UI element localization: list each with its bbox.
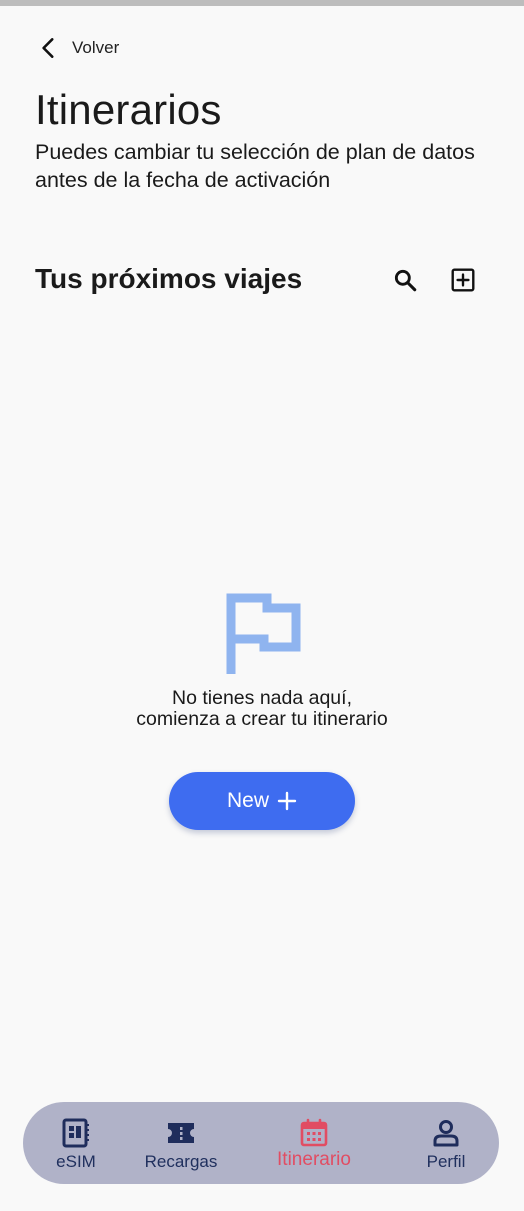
nav-item-itinerario[interactable]: Itinerario	[266, 1102, 362, 1184]
chevron-left-icon	[42, 38, 54, 58]
search-icon	[394, 269, 417, 292]
nav-label-perfil: Perfil	[426, 1152, 466, 1171]
status-bar-edge	[0, 0, 524, 6]
add-trip-button[interactable]	[448, 265, 478, 295]
calendar-icon	[300, 1118, 328, 1147]
flag-icon	[226, 593, 301, 674]
empty-state-message: No tienes nada aquí, comienza a crear tu…	[0, 688, 524, 730]
new-button-label: New	[226, 789, 269, 812]
nav-label-itinerario: Itinerario	[277, 1149, 351, 1170]
person-icon	[433, 1120, 459, 1147]
nav-item-recargas[interactable]: Recargas	[136, 1102, 226, 1184]
empty-state-line-1: No tienes nada aquí,	[172, 687, 352, 709]
page-title: Itinerarios	[35, 86, 222, 133]
back-button[interactable]: Volver	[36, 32, 119, 64]
section-title: Tus próximos viajes	[35, 263, 303, 294]
nav-item-perfil[interactable]: Perfil	[419, 1102, 473, 1184]
page-subtitle: Puedes cambiar tu selección de plan de d…	[35, 140, 475, 192]
add-box-icon	[451, 268, 475, 292]
new-itinerary-button[interactable]: New	[169, 772, 355, 830]
esim-icon	[62, 1118, 89, 1148]
back-label: Volver	[72, 38, 120, 57]
nav-label-recargas: Recargas	[144, 1152, 218, 1171]
search-button[interactable]	[390, 265, 420, 295]
plus-icon	[277, 791, 297, 811]
ticket-icon	[168, 1123, 194, 1143]
nav-item-esim[interactable]: eSIM	[49, 1102, 103, 1184]
bottom-navigation: eSIM Recargas Itinerario Perfil	[23, 1102, 499, 1184]
nav-label-esim: eSIM	[56, 1152, 96, 1171]
empty-state-line-2: comienza a crear tu itinerario	[136, 708, 388, 730]
